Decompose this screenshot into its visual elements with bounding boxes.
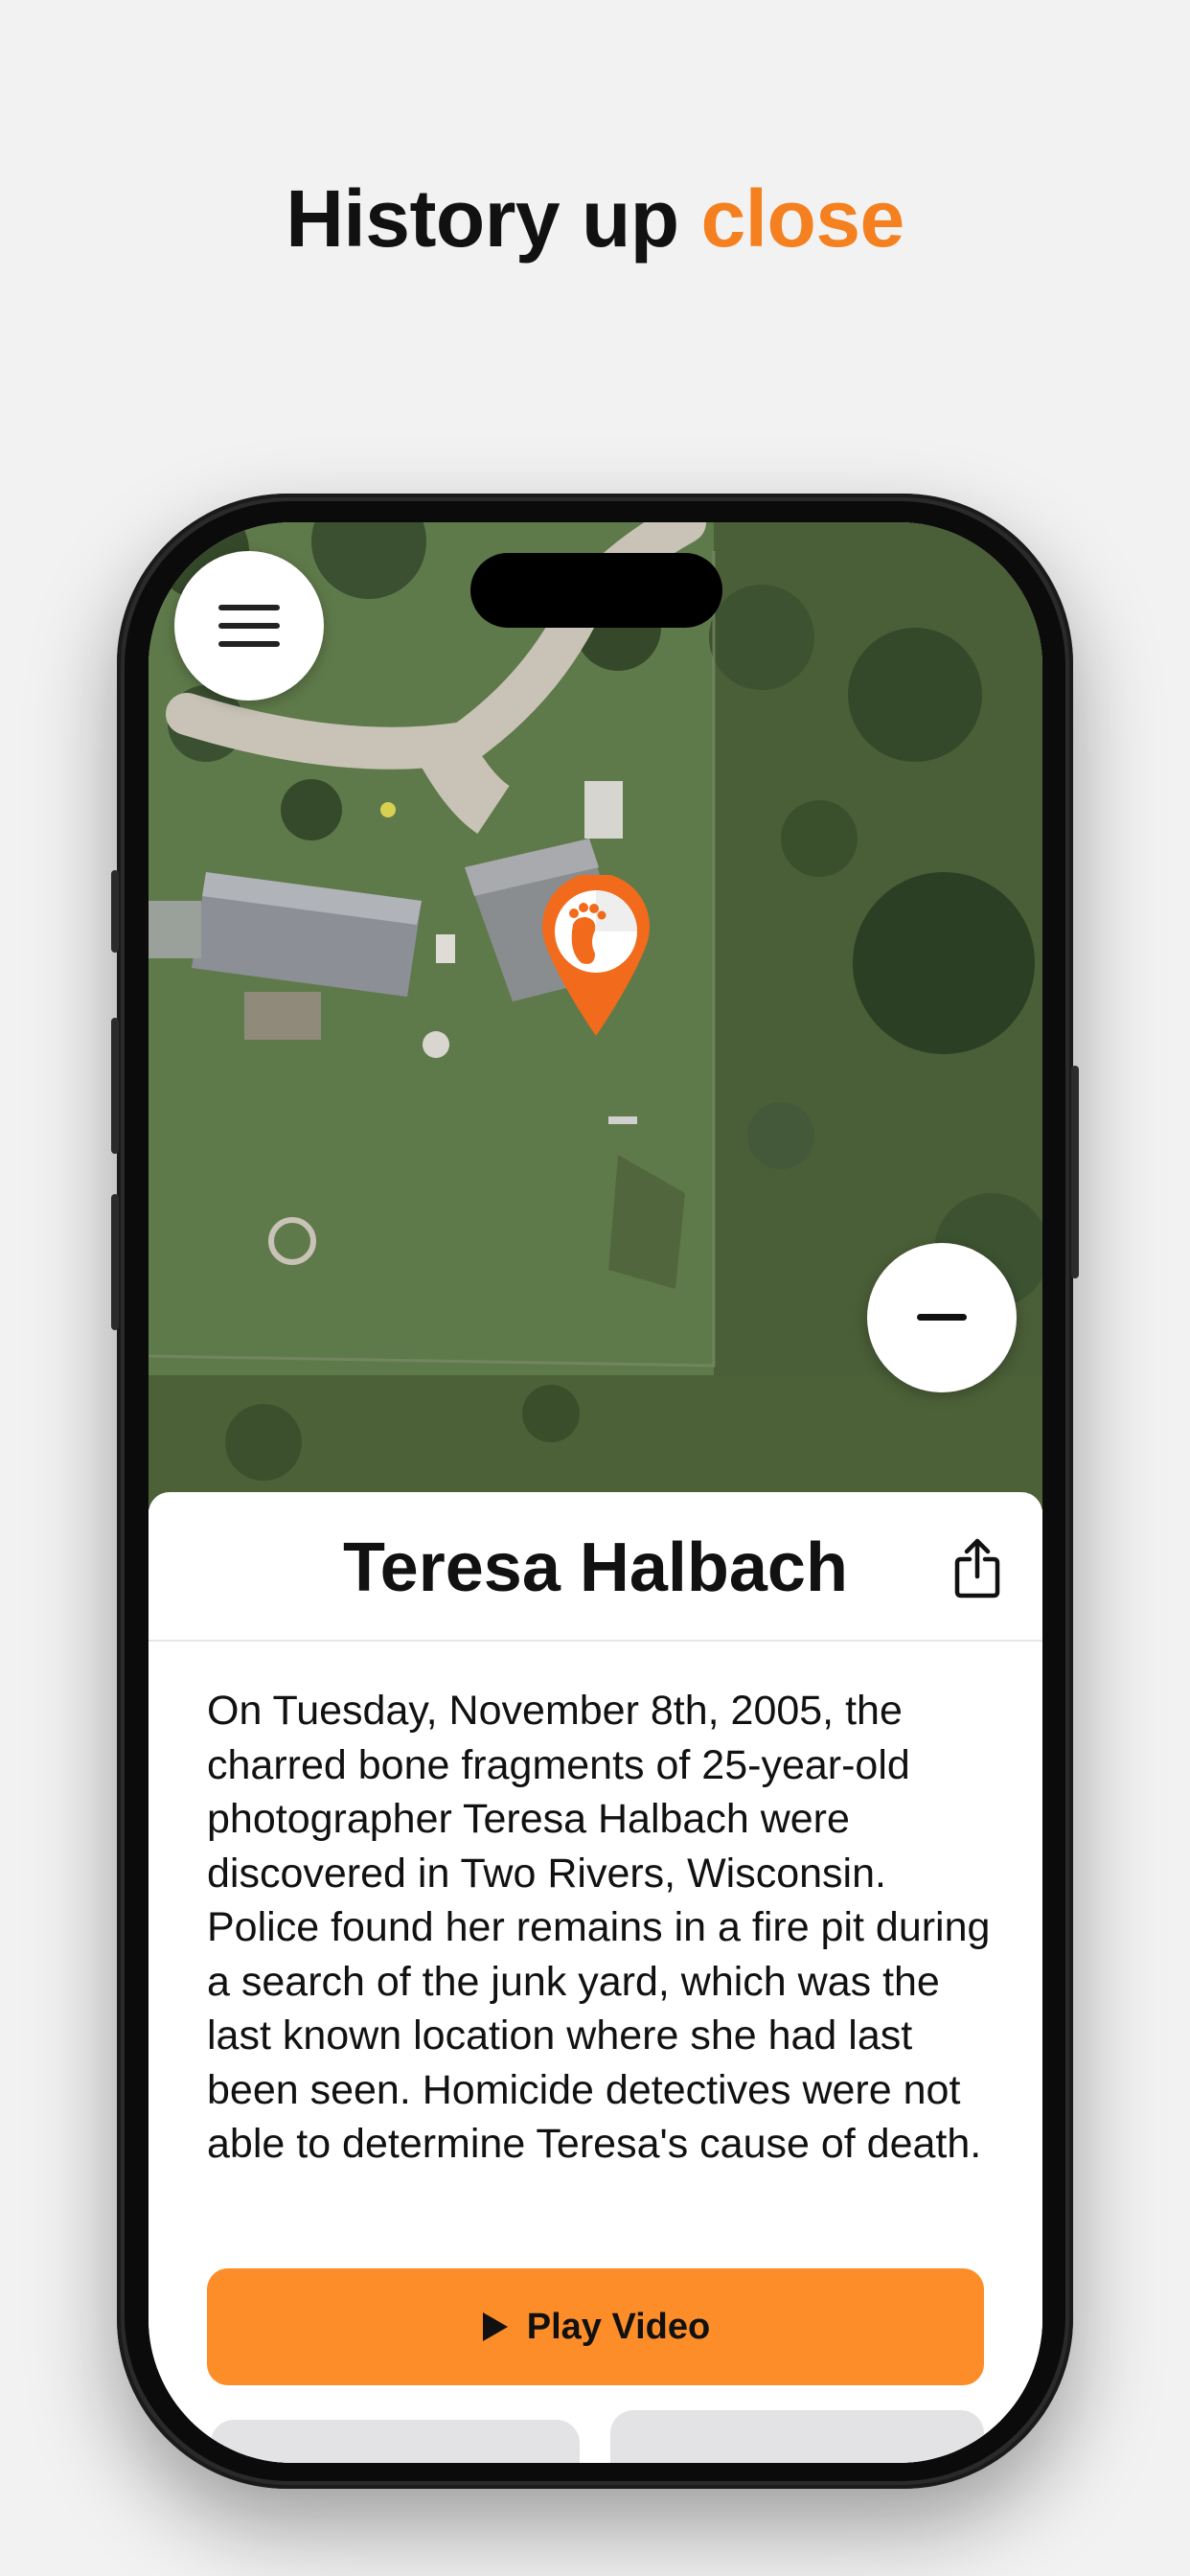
description-text: On Tuesday, November 8th, 2005, the char… <box>207 1688 991 2167</box>
footprint-pin-icon[interactable] <box>539 875 652 1038</box>
share-button[interactable] <box>949 1532 1006 1605</box>
share-icon <box>954 1538 1000 1598</box>
headline-text: History up <box>286 173 679 264</box>
headline-accent: close <box>700 173 904 264</box>
play-video-button[interactable]: Play Video <box>207 2268 984 2385</box>
phone-power-button <box>1071 1066 1079 1278</box>
sheet-divider <box>149 1640 1042 1642</box>
phone-volume-up <box>111 1018 119 1154</box>
secondary-button-right[interactable] <box>610 2410 984 2463</box>
play-video-label: Play Video <box>526 2306 711 2347</box>
info-sheet: Teresa Halbach On Tuesday, November 8th,… <box>149 1492 1042 2463</box>
phone-action-button <box>111 870 119 953</box>
minus-icon <box>917 1314 967 1321</box>
secondary-button-left[interactable] <box>211 2420 580 2463</box>
satellite-map[interactable] <box>149 522 1042 1509</box>
menu-button[interactable] <box>174 551 324 701</box>
sheet-title: Teresa Halbach <box>343 1530 848 1606</box>
hamburger-menu-icon <box>218 605 280 647</box>
phone-screen: Teresa Halbach On Tuesday, November 8th,… <box>149 522 1042 2463</box>
zoom-out-button[interactable] <box>867 1243 1017 1392</box>
play-icon <box>482 2312 508 2341</box>
dynamic-island <box>470 553 722 628</box>
phone-volume-down <box>111 1194 119 1330</box>
headline: History up close <box>0 172 1190 265</box>
